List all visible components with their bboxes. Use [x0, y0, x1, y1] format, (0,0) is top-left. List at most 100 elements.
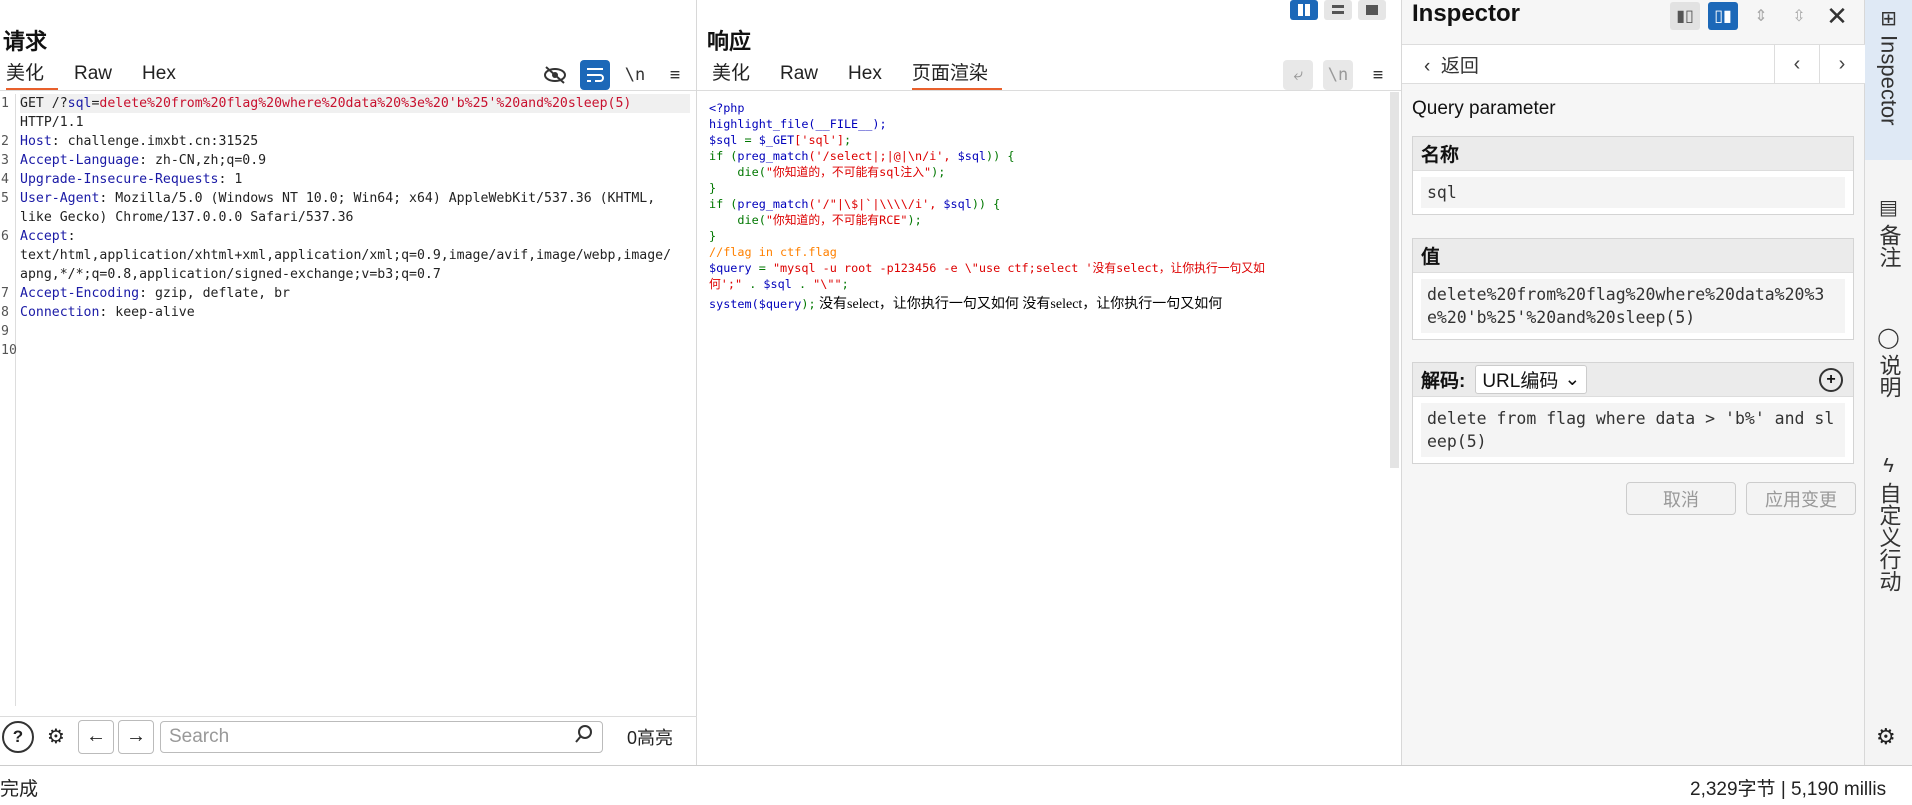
code-line: $sql = $_GET['sql']; — [709, 132, 1389, 148]
help-icon[interactable]: ? — [2, 720, 34, 753]
app-window: 请求 美化 Raw Hex \n ≡ 1 2 3 4 5 6 7 8 9 10 … — [0, 0, 1912, 805]
inspector-panel: Inspector ▮▯ ▯▮ ⇕ ⇳ ✕ ‹ 返回 ‹ › Query par… — [1402, 0, 1865, 765]
inspector-icon: ⊞ — [1880, 8, 1897, 30]
header-value: : keep-alive — [99, 305, 195, 320]
code-line: } — [709, 181, 717, 195]
code-token: if ( — [709, 197, 738, 211]
header-continuation: apng,*/*;q=0.8,application/signed-exchan… — [20, 267, 441, 282]
tab-raw[interactable]: Raw — [74, 60, 126, 90]
name-field[interactable]: sql — [1421, 177, 1845, 208]
show-newlines-icon[interactable]: \n — [620, 60, 650, 90]
tab-hex[interactable]: Hex — [848, 60, 896, 90]
inspector-nav: ‹ 返回 ‹ › — [1402, 44, 1865, 84]
cancel-button[interactable]: 取消 — [1626, 482, 1736, 515]
previous-icon[interactable]: ‹ — [1775, 45, 1819, 83]
rail-item-explain[interactable]: ◯ 说明 — [1865, 325, 1912, 435]
show-newlines-icon[interactable]: \n — [1323, 60, 1353, 90]
next-icon[interactable]: › — [1819, 45, 1864, 83]
request-search-bar: ? ⚙ ← → Search 0高亮 — [0, 716, 697, 756]
rail-label: 说明 — [1876, 354, 1902, 398]
collapse-all-icon[interactable]: ⇳ — [1784, 2, 1814, 30]
status-bar: 完成 2,329字节 | 5,190 millis — [0, 765, 1912, 805]
query-param-name[interactable]: sql — [68, 96, 92, 111]
back-button[interactable]: ‹ 返回 — [1424, 51, 1479, 78]
layout-stack-icon[interactable] — [1324, 0, 1352, 20]
tab-render[interactable]: 页面渲染 — [911, 60, 1002, 90]
code-line: <?php — [709, 101, 745, 115]
code-token: . — [742, 277, 764, 291]
decoded-field[interactable]: delete from flag where data > 'b%' and s… — [1421, 403, 1845, 457]
value-field[interactable]: delete%20from%20flag%20where%20data%20%3… — [1421, 279, 1845, 333]
header-name: User-Agent — [20, 191, 100, 206]
code-token: = — [737, 133, 759, 147]
code-token: ); — [801, 297, 816, 311]
line-number: 5 — [1, 191, 9, 206]
notes-icon: ▤ — [1879, 197, 1898, 219]
menu-icon[interactable]: ≡ — [660, 60, 690, 90]
code-token: "\"" — [813, 277, 842, 291]
query-param-value[interactable]: delete%20from%20flag%20where%20data%20%3… — [99, 96, 631, 111]
decode-card: 解码: URL编码 ⌄ + delete from flag where data… — [1412, 362, 1854, 464]
rail-item-inspector[interactable]: ⊞ Inspector — [1865, 0, 1912, 160]
request-panel: 请求 美化 Raw Hex \n ≡ 1 2 3 4 5 6 7 8 9 10 … — [0, 0, 697, 765]
close-icon[interactable]: ✕ — [1822, 1, 1852, 31]
code-comment: //flag in ctf.flag — [709, 245, 837, 259]
header-line: Host: challenge.imxbt.cn:31525 — [20, 132, 690, 151]
lightning-icon: ϟ — [1883, 455, 1894, 477]
arrow-right-icon[interactable]: → — [118, 719, 154, 754]
response-panel: 响应 美化 Raw Hex 页面渲染 ⤶ \n ≡ <?php highligh… — [697, 0, 1402, 765]
code-token: $sql — [763, 277, 792, 291]
code-token: ; — [843, 133, 852, 147]
settings-gear-icon[interactable]: ⚙ — [38, 720, 74, 754]
header-value: : — [67, 229, 76, 244]
header-line: User-Agent: Mozilla/5.0 (Windows NT 10.0… — [20, 189, 690, 208]
wrap-lines-icon[interactable] — [580, 60, 610, 90]
search-input[interactable]: Search — [160, 720, 603, 753]
code-line: 何';" . $sql . "\""; — [709, 276, 1389, 292]
line-number — [0, 246, 15, 265]
header-name: Upgrade-Insecure-Requests — [20, 172, 219, 187]
chevron-down-icon: ⌄ — [1564, 369, 1581, 390]
search-icon[interactable] — [574, 724, 594, 750]
code-token: system( — [709, 297, 759, 311]
tab-raw[interactable]: Raw — [780, 60, 832, 90]
settings-gear-icon[interactable]: ⚙ — [1876, 724, 1896, 750]
value-label: 值 — [1413, 239, 1853, 273]
decode-select[interactable]: URL编码 ⌄ — [1475, 365, 1588, 394]
panel-layout-left-icon[interactable]: ▮▯ — [1670, 2, 1700, 30]
response-scrollbar[interactable] — [1390, 92, 1399, 468]
header-continuation: like Gecko) Chrome/137.0.0.0 Safari/537.… — [20, 210, 354, 225]
wrap-lines-icon[interactable]: ⤶ — [1283, 60, 1313, 90]
code-token: $query — [758, 297, 802, 311]
header-name: Accept-Language — [20, 153, 140, 168]
tab-pretty[interactable]: 美化 — [712, 60, 764, 90]
hide-icon[interactable] — [540, 60, 570, 90]
rail-item-custom-actions[interactable]: ϟ 自定义行动 — [1865, 455, 1912, 635]
rail-item-notes[interactable]: ▤ 备注 — [1865, 195, 1912, 305]
layout-single-icon[interactable] — [1358, 0, 1386, 20]
header-value: : 1 — [218, 172, 243, 187]
code-token: "mysql -u root -p123456 -e \"use ctf;sel… — [772, 261, 1265, 275]
apply-changes-button[interactable]: 应用变更 — [1746, 482, 1856, 515]
code-line: highlight_file(__FILE__); — [709, 117, 887, 131]
tab-hex[interactable]: Hex — [142, 60, 190, 90]
code-line: } — [709, 229, 717, 243]
request-lines: GET /?sql=delete%20from%20flag%20where%2… — [20, 94, 690, 322]
code-token: "你知道的，不可能有RCE" — [765, 213, 908, 227]
panel-layout-right-icon[interactable]: ▯▮ — [1708, 2, 1738, 30]
tab-pretty[interactable]: 美化 — [6, 60, 59, 90]
decode-label: 解码: — [1421, 371, 1466, 392]
layout-split-icon[interactable] — [1290, 0, 1318, 20]
line-number: 7 — [1, 286, 9, 301]
request-editor[interactable]: 1 2 3 4 5 6 7 8 9 10 GET /?sql=delete%20… — [0, 94, 697, 706]
code-token: ); — [931, 165, 946, 179]
add-icon[interactable]: + — [1819, 367, 1843, 392]
expand-all-icon[interactable]: ⇕ — [1746, 2, 1776, 30]
code-token: = — [751, 261, 773, 275]
request-title: 请求 — [3, 29, 48, 54]
request-tabs: 美化 Raw Hex — [6, 60, 206, 90]
arrow-left-icon[interactable]: ← — [78, 719, 114, 754]
code-line: if (preg_match('/select|;|@|\n/i', $sql)… — [709, 148, 1389, 164]
rail-label: 自定义行动 — [1876, 482, 1902, 592]
menu-icon[interactable]: ≡ — [1363, 60, 1393, 90]
